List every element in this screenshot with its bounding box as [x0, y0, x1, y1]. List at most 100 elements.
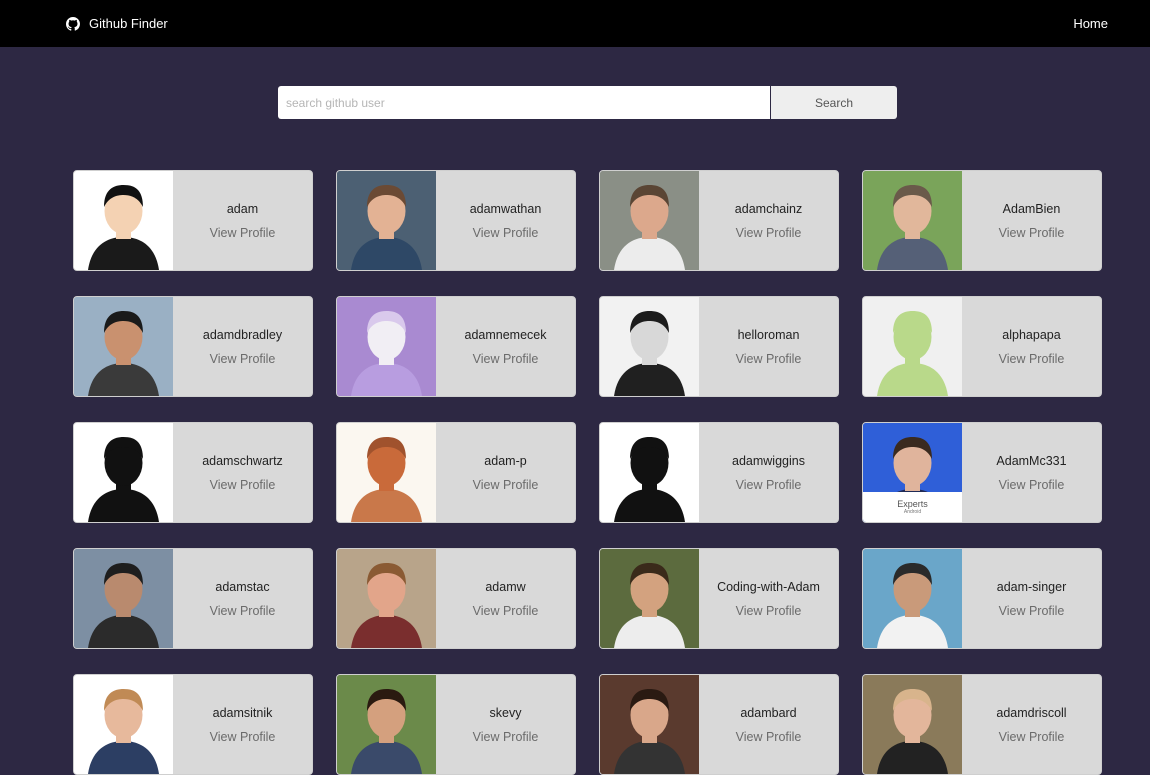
user-login: adambard	[740, 705, 797, 720]
user-avatar: Experts Android	[863, 423, 962, 522]
user-avatar	[74, 549, 173, 648]
user-avatar	[600, 423, 699, 522]
user-card-body: skevy View Profile	[436, 675, 575, 774]
view-profile-link[interactable]: View Profile	[736, 604, 802, 618]
user-avatar	[600, 297, 699, 396]
user-avatar	[863, 171, 962, 270]
user-card: alphapapa View Profile	[862, 296, 1102, 397]
user-card-body: adamnemecek View Profile	[436, 297, 575, 396]
user-card: helloroman View Profile	[599, 296, 839, 397]
view-profile-link[interactable]: View Profile	[999, 226, 1065, 240]
brand-link[interactable]: Github Finder	[66, 16, 168, 31]
user-login: adam-p	[484, 453, 527, 468]
view-profile-link[interactable]: View Profile	[999, 478, 1065, 492]
user-card: adamdriscoll View Profile	[862, 674, 1102, 775]
avatar-caption-text: Experts	[897, 499, 928, 509]
view-profile-link[interactable]: View Profile	[736, 478, 802, 492]
user-card-body: AdamMc331 View Profile	[962, 423, 1101, 522]
user-card-body: adamstac View Profile	[173, 549, 312, 648]
view-profile-link[interactable]: View Profile	[210, 226, 276, 240]
user-card: adamwathan View Profile	[336, 170, 576, 271]
user-avatar	[863, 297, 962, 396]
avatar-caption: Experts Android	[863, 492, 962, 522]
user-card-body: adamsitnik View Profile	[173, 675, 312, 774]
user-card: Coding-with-Adam View Profile	[599, 548, 839, 649]
user-card-body: adamwathan View Profile	[436, 171, 575, 270]
user-grid: adam View Profile adamwathan View Profile ad…	[73, 170, 1102, 775]
view-profile-link[interactable]: View Profile	[210, 730, 276, 744]
user-login: adamchainz	[734, 201, 803, 216]
view-profile-link[interactable]: View Profile	[473, 478, 539, 492]
user-card: adamdbradley View Profile	[73, 296, 313, 397]
github-icon	[66, 16, 80, 31]
user-avatar	[600, 675, 699, 774]
user-login: adam-singer	[996, 579, 1067, 594]
user-card-body: adamwiggins View Profile	[699, 423, 838, 522]
navbar: Github Finder Home	[0, 0, 1150, 47]
view-profile-link[interactable]: View Profile	[736, 352, 802, 366]
user-card: adambard View Profile	[599, 674, 839, 775]
user-login: adamdbradley	[202, 327, 283, 342]
user-avatar	[74, 675, 173, 774]
view-profile-link[interactable]: View Profile	[999, 352, 1065, 366]
user-avatar	[337, 171, 436, 270]
user-card-body: adambard View Profile	[699, 675, 838, 774]
user-avatar	[600, 549, 699, 648]
avatar-subcaption-text: Android	[903, 509, 922, 515]
user-card-body: adam-p View Profile	[436, 423, 575, 522]
user-login: adamdriscoll	[996, 705, 1067, 720]
user-card: Experts Android AdamMc331 View Profile	[862, 422, 1102, 523]
user-login: AdamBien	[1002, 201, 1061, 216]
user-card: adam View Profile	[73, 170, 313, 271]
user-login: adamw	[485, 579, 526, 594]
view-profile-link[interactable]: View Profile	[736, 226, 802, 240]
user-login: skevy	[489, 705, 522, 720]
user-login: adamstac	[215, 579, 270, 594]
user-login: alphapapa	[1002, 327, 1061, 342]
search-button[interactable]: Search	[771, 86, 897, 119]
user-avatar	[337, 675, 436, 774]
user-login: helloroman	[737, 327, 800, 342]
user-avatar	[863, 549, 962, 648]
view-profile-link[interactable]: View Profile	[210, 604, 276, 618]
user-avatar	[74, 423, 173, 522]
view-profile-link[interactable]: View Profile	[473, 730, 539, 744]
user-card: adamchainz View Profile	[599, 170, 839, 271]
user-card-body: Coding-with-Adam View Profile	[699, 549, 838, 648]
view-profile-link[interactable]: View Profile	[210, 352, 276, 366]
user-login: adamwiggins	[732, 453, 805, 468]
user-card: adam-p View Profile	[336, 422, 576, 523]
user-card-body: adamdriscoll View Profile	[962, 675, 1101, 774]
user-login: AdamMc331	[996, 453, 1067, 468]
user-card-body: adam-singer View Profile	[962, 549, 1101, 648]
user-card: adamstac View Profile	[73, 548, 313, 649]
user-card-body: adamschwartz View Profile	[173, 423, 312, 522]
user-login: adamnemecek	[464, 327, 547, 342]
user-card-body: adamw View Profile	[436, 549, 575, 648]
user-card-body: alphapapa View Profile	[962, 297, 1101, 396]
user-card: adamw View Profile	[336, 548, 576, 649]
user-avatar	[600, 171, 699, 270]
view-profile-link[interactable]: View Profile	[999, 730, 1065, 744]
user-card: skevy View Profile	[336, 674, 576, 775]
user-login: adamwathan	[469, 201, 542, 216]
view-profile-link[interactable]: View Profile	[473, 352, 539, 366]
user-card: adamsitnik View Profile	[73, 674, 313, 775]
user-login: adamsitnik	[212, 705, 273, 720]
view-profile-link[interactable]: View Profile	[473, 604, 539, 618]
view-profile-link[interactable]: View Profile	[210, 478, 276, 492]
user-card: adamwiggins View Profile	[599, 422, 839, 523]
user-card: adamnemecek View Profile	[336, 296, 576, 397]
user-card: AdamBien View Profile	[862, 170, 1102, 271]
view-profile-link[interactable]: View Profile	[473, 226, 539, 240]
user-login: adamschwartz	[202, 453, 283, 468]
user-avatar	[863, 675, 962, 774]
user-avatar	[337, 297, 436, 396]
view-profile-link[interactable]: View Profile	[736, 730, 802, 744]
search-input[interactable]	[278, 86, 770, 119]
home-link[interactable]: Home	[1073, 16, 1108, 31]
user-card-body: adam View Profile	[173, 171, 312, 270]
view-profile-link[interactable]: View Profile	[999, 604, 1065, 618]
user-card-body: adamdbradley View Profile	[173, 297, 312, 396]
user-avatar	[337, 423, 436, 522]
